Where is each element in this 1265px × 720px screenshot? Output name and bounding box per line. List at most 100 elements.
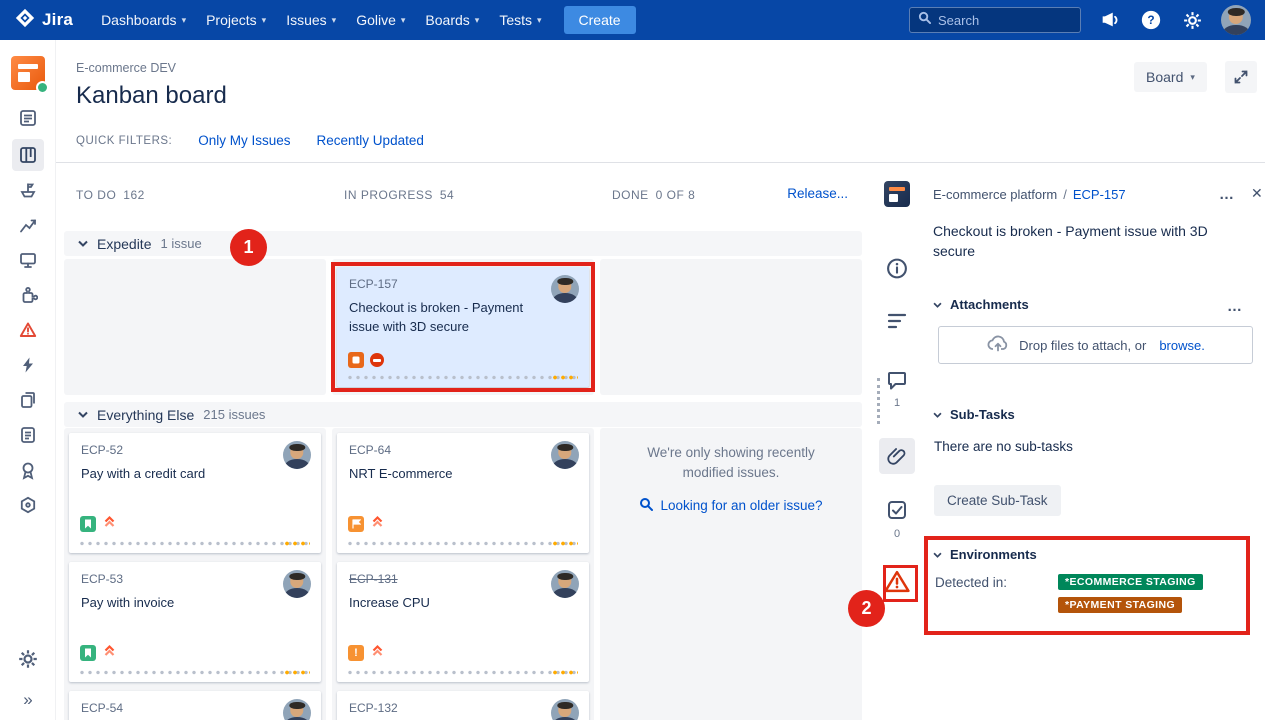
page-title: Kanban board [76,82,227,110]
subtasks-section-header[interactable]: Sub-Tasks [933,407,1015,422]
search-input[interactable] [938,13,1072,28]
nav-projects[interactable]: Projects▾ [196,0,276,40]
nav-issues[interactable]: Issues▾ [276,0,346,40]
status-dot [36,81,49,94]
issue-card-ecp-53[interactable]: ECP-53 Pay with invoice [69,562,321,682]
swimlane-everything-else[interactable]: Everything Else 215 issues [64,402,862,427]
sidebar-bottom: » [0,645,56,710]
issue-card-ecp-132[interactable]: ECP-132 [337,691,589,720]
column-done-expedite [600,259,862,395]
issue-key: ECP-132 [349,701,398,715]
info-icon[interactable] [886,257,909,280]
automation-icon[interactable] [14,351,42,379]
board-icon[interactable] [12,139,44,171]
chevron-down-icon: ▾ [182,16,187,25]
browse-link[interactable]: browse. [1159,338,1205,353]
environments-warning-icon[interactable] [884,569,911,594]
nav-boards[interactable]: Boards▾ [415,0,489,40]
primary-nav: Dashboards▾ Projects▾ Issues▾ Golive▾ Bo… [91,0,551,40]
issue-card-ecp-64[interactable]: ECP-64 NRT E-commerce [337,433,589,553]
attachments-icon[interactable] [879,438,915,474]
details-icon[interactable] [887,313,907,329]
alerts-icon[interactable] [14,316,42,344]
comments-icon[interactable] [886,369,908,391]
attachments-section-header[interactable]: Attachments [933,297,1029,312]
chevron-down-icon [933,302,942,308]
nav-tests[interactable]: Tests▾ [489,0,551,40]
fullscreen-button[interactable] [1225,61,1257,93]
more-icon[interactable]: … [1219,187,1235,202]
jira-logo[interactable]: Jira [14,7,73,34]
create-subtask-button[interactable]: Create Sub-Task [934,485,1061,516]
issue-key: ECP-131 [349,572,398,586]
project-link[interactable]: E-commerce platform [933,187,1057,202]
user-avatar[interactable] [1221,5,1251,35]
chevron-down-icon [933,552,942,558]
incident-type-icon [348,352,364,368]
issue-card-ecp-157[interactable]: ECP-157 Checkout is broken - Payment iss… [337,267,589,387]
header-divider [56,162,1265,163]
collapse-sidebar-icon[interactable]: » [23,690,32,710]
assignee-avatar[interactable] [551,441,579,469]
approvals-icon[interactable] [14,456,42,484]
project-avatar-small[interactable] [884,181,910,207]
detected-in-label: Detected in: [935,575,1007,590]
filter-recently-updated[interactable]: Recently Updated [317,133,424,148]
flag-type-icon [348,516,364,532]
nav-left: Jira Dashboards▾ Projects▾ Issues▾ Goliv… [14,0,909,40]
assignee-avatar[interactable] [283,441,311,469]
nav-golive[interactable]: Golive▾ [346,0,415,40]
nav-dashboards[interactable]: Dashboards▾ [91,0,196,40]
releases-icon[interactable] [14,176,42,204]
issue-title: Checkout is broken - Payment issue with … [933,221,1245,262]
swimlane-expedite[interactable]: Expedite 1 issue [64,231,862,256]
issue-card-ecp-52[interactable]: ECP-52 Pay with a credit card [69,433,321,553]
settings-icon[interactable] [14,645,42,673]
release-link[interactable]: Release... [787,186,848,201]
panel-resize-handle[interactable] [877,378,880,424]
issue-card-ecp-131[interactable]: ECP-131 Increase CPU ! [337,562,589,682]
displays-icon[interactable] [14,246,42,274]
backlog-icon[interactable] [14,104,42,132]
pages-icon[interactable] [14,386,42,414]
subtasks-icon[interactable] [886,499,908,521]
create-button[interactable]: Create [564,6,636,34]
search-icon [639,497,653,514]
apps-icon[interactable] [14,281,42,309]
help-icon[interactable]: ? [1139,8,1163,32]
older-issue-link[interactable]: Looking for an older issue? [600,497,862,514]
assignee-avatar[interactable] [283,570,311,598]
reports-icon[interactable] [14,211,42,239]
announcements-icon[interactable] [1098,8,1122,32]
filter-only-my-issues[interactable]: Only My Issues [198,133,290,148]
environment-badge-ecommerce-staging: *ECOMMERCE STAGING [1058,574,1203,590]
close-icon[interactable]: ✕ [1251,185,1265,202]
breadcrumb[interactable]: E-commerce DEV [76,61,176,75]
story-type-icon [80,645,96,661]
board-menu-button[interactable]: Board ▾ [1134,62,1207,92]
issue-key: ECP-53 [81,572,123,586]
project-avatar[interactable] [11,56,45,90]
top-navigation: Jira Dashboards▾ Projects▾ Issues▾ Goliv… [0,0,1265,40]
gear-icon[interactable] [1180,8,1204,32]
nav-right: ? [909,5,1251,35]
assignee-avatar[interactable] [551,699,579,720]
chevron-down-icon: ▾ [262,16,267,25]
issue-summary: Increase CPU [349,594,547,613]
chevron-down-icon [78,411,88,418]
issue-key: ECP-157 [349,277,398,291]
board-header: E-commerce DEV Kanban board QUICK FILTER… [56,40,1265,162]
environments-section-header[interactable]: Environments [933,547,1037,562]
issue-card-ecp-54[interactable]: ECP-54 [69,691,321,720]
assignee-avatar[interactable] [551,275,579,303]
comment-count: 1 [894,397,900,409]
components-icon[interactable] [14,491,42,519]
issue-key-link[interactable]: ECP-157 [1073,187,1126,202]
search-box[interactable] [909,7,1081,33]
more-icon[interactable]: … [1227,299,1243,314]
issue-detail-panel: E-commerce platform / ECP-157 … ✕ Checko… [922,163,1265,720]
assignee-avatar[interactable] [283,699,311,720]
checklist-icon[interactable] [14,421,42,449]
attachment-dropzone[interactable]: Drop files to attach, or browse. [938,326,1253,364]
assignee-avatar[interactable] [551,570,579,598]
